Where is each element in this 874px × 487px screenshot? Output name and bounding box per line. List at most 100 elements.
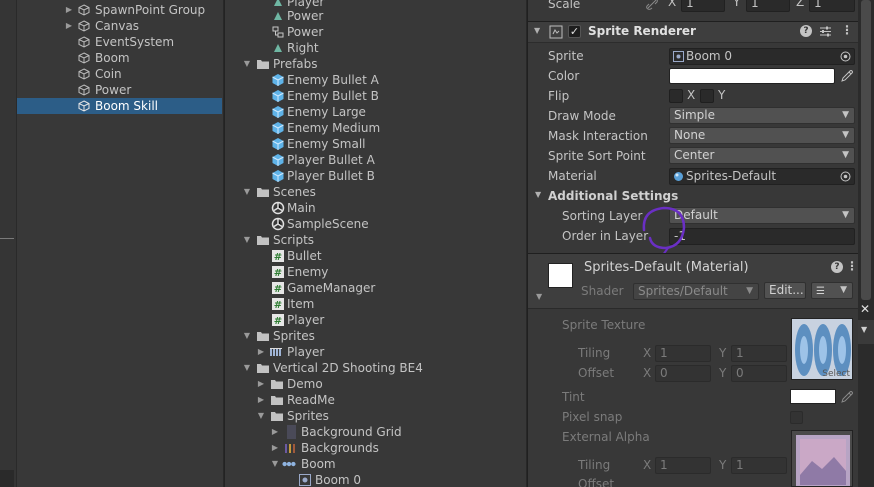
hierarchy-item-boom-skill[interactable]: Boom Skill: [17, 98, 222, 114]
offset-x-field[interactable]: 0: [655, 365, 711, 382]
hierarchy-item-spawnpoint-group[interactable]: ▶ SpawnPoint Group: [17, 2, 222, 18]
expand-arrow-icon[interactable]: ▶: [256, 392, 266, 408]
foldout-arrow-icon[interactable]: ▼: [534, 26, 540, 35]
tab-menu[interactable]: ▼: [858, 320, 874, 344]
expand-arrow-icon[interactable]: ▶: [64, 18, 74, 34]
sorting-layer-dropdown[interactable]: Default ▼: [669, 207, 855, 224]
tiling-x-field[interactable]: 1: [655, 345, 711, 362]
prefab-cube-icon: [272, 106, 284, 118]
project-item-background-grid[interactable]: ▶ Background Grid: [225, 424, 525, 440]
edit-shader-button[interactable]: Edit...: [764, 282, 806, 299]
help-icon[interactable]: ?: [800, 25, 812, 37]
project-item-scene-main[interactable]: Main: [225, 200, 525, 216]
sprite-field[interactable]: Boom 0: [669, 48, 855, 65]
close-icon[interactable]: ✕: [860, 302, 870, 316]
flip-x-checkbox[interactable]: [669, 89, 683, 103]
folder-vertical-2d-shooting[interactable]: ▼ Vertical 2D Shooting BE4: [225, 360, 525, 376]
expand-arrow-icon[interactable]: ▶: [270, 440, 280, 456]
object-picker-icon[interactable]: [840, 171, 851, 182]
scale-z-field[interactable]: 1: [809, 0, 855, 12]
project-item-scene-samplescene[interactable]: SampleScene: [225, 216, 525, 232]
project-item-script[interactable]: # Bullet: [225, 248, 525, 264]
shader-list-dropdown[interactable]: ☰ ▼: [811, 282, 853, 299]
eyedropper-icon[interactable]: [840, 390, 854, 404]
hierarchy-item-eventsystem[interactable]: EventSystem: [17, 34, 222, 50]
tiling-y-field[interactable]: 1: [731, 345, 787, 362]
project-item-power-anim[interactable]: Power: [225, 8, 525, 24]
color-swatch[interactable]: [669, 68, 835, 84]
offset-y-field[interactable]: 0: [731, 365, 787, 382]
additional-settings-label[interactable]: Additional Settings: [548, 186, 678, 206]
expand-arrow-icon[interactable]: ▶: [256, 344, 266, 360]
folder-scripts[interactable]: ▼ Scripts: [225, 232, 525, 248]
preset-sliders-icon[interactable]: [819, 25, 832, 38]
link-icon[interactable]: [646, 0, 658, 10]
project-item-sprite-player[interactable]: ▶ Player: [225, 344, 525, 360]
component-enabled-checkbox[interactable]: ✓: [568, 25, 581, 38]
project-item-boom-sheet[interactable]: ▼ Boom: [225, 456, 525, 472]
folder-pack-sprites[interactable]: ▼ Sprites: [225, 408, 525, 424]
project-item-right[interactable]: Right: [225, 40, 525, 56]
project-item-script[interactable]: # Enemy: [225, 264, 525, 280]
inspector-scrollbar[interactable]: ✕ ▼: [858, 0, 874, 487]
foldout-arrow-icon[interactable]: ▼: [536, 292, 542, 301]
eyedropper-icon[interactable]: [840, 69, 854, 83]
collapse-arrow-icon[interactable]: ▼: [242, 360, 252, 376]
collapse-arrow-icon[interactable]: ▼: [242, 56, 252, 72]
help-icon[interactable]: ?: [831, 261, 843, 273]
context-menu-icon[interactable]: ⋮: [841, 23, 853, 37]
scrollbar-thumb[interactable]: [861, 0, 871, 300]
draw-mode-dropdown[interactable]: Simple ▼: [669, 107, 855, 124]
expand-arrow-icon[interactable]: ▶: [64, 2, 74, 18]
collapse-arrow-icon[interactable]: ▼: [270, 456, 280, 472]
project-item-prefab[interactable]: Enemy Bullet B: [225, 88, 525, 104]
collapse-arrow-icon[interactable]: ▼: [242, 184, 252, 200]
project-item-prefab[interactable]: Player Bullet B: [225, 168, 525, 184]
collapse-arrow-icon[interactable]: ▼: [242, 328, 252, 344]
material-field[interactable]: Sprites-Default: [669, 168, 855, 185]
project-item-power-controller[interactable]: Power: [225, 24, 525, 40]
collapse-arrow-icon[interactable]: ▼: [242, 232, 252, 248]
order-in-layer-field[interactable]: -1: [669, 228, 855, 245]
shader-dropdown[interactable]: Sprites/Default ▼: [633, 283, 759, 300]
mask-interaction-dropdown[interactable]: None ▼: [669, 127, 855, 144]
expand-arrow-icon[interactable]: ▶: [270, 424, 280, 440]
project-item-prefab[interactable]: Enemy Bullet A: [225, 72, 525, 88]
project-item-prefab[interactable]: Enemy Medium: [225, 120, 525, 136]
folder-sprites[interactable]: ▼ Sprites: [225, 328, 525, 344]
hierarchy-item-canvas[interactable]: ▶ Canvas: [17, 18, 222, 34]
flip-y-checkbox[interactable]: [700, 89, 714, 103]
project-item-backgrounds[interactable]: ▶ Backgrounds: [225, 440, 525, 456]
project-item-script[interactable]: # Player: [225, 312, 525, 328]
object-picker-icon[interactable]: [840, 51, 851, 62]
foldout-arrow-icon[interactable]: ▼: [535, 190, 541, 199]
expand-arrow-icon[interactable]: ▶: [256, 376, 266, 392]
project-item-script[interactable]: # GameManager: [225, 280, 525, 296]
select-texture-label[interactable]: Select: [822, 369, 850, 379]
gutter-scroll[interactable]: [0, 470, 14, 487]
sprite-texture-thumbnail[interactable]: Select: [791, 318, 853, 380]
folder-readme[interactable]: ▶ ReadMe: [225, 392, 525, 408]
project-item-prefab[interactable]: Enemy Large: [225, 104, 525, 120]
context-menu-icon[interactable]: ⋮: [846, 259, 858, 273]
scale-y-field[interactable]: 1: [746, 0, 790, 12]
project-item-prefab[interactable]: Enemy Small: [225, 136, 525, 152]
sprite-renderer-header[interactable]: ▼ ✓ Sprite Renderer ? ⋮: [528, 21, 858, 43]
folder-prefabs[interactable]: ▼ Prefabs: [225, 56, 525, 72]
project-item-boom-0[interactable]: Boom 0: [225, 472, 525, 487]
hierarchy-item-boom[interactable]: Boom: [17, 50, 222, 66]
scale-x-field[interactable]: 1: [681, 0, 725, 12]
tiling2-x-field[interactable]: 1: [655, 457, 711, 474]
hierarchy-item-coin[interactable]: Coin: [17, 66, 222, 82]
external-alpha-thumbnail[interactable]: [791, 430, 853, 487]
tint-color-swatch[interactable]: [790, 389, 836, 404]
sprite-sort-point-dropdown[interactable]: Center ▼: [669, 147, 855, 164]
tiling2-y-field[interactable]: 1: [731, 457, 787, 474]
hierarchy-item-power[interactable]: Power: [17, 82, 222, 98]
collapse-arrow-icon[interactable]: ▼: [256, 408, 266, 424]
project-item-script[interactable]: # Item: [225, 296, 525, 312]
project-item-prefab[interactable]: Player Bullet A: [225, 152, 525, 168]
pixel-snap-checkbox[interactable]: [790, 411, 803, 424]
folder-demo[interactable]: ▶ Demo: [225, 376, 525, 392]
folder-scenes[interactable]: ▼ Scenes: [225, 184, 525, 200]
